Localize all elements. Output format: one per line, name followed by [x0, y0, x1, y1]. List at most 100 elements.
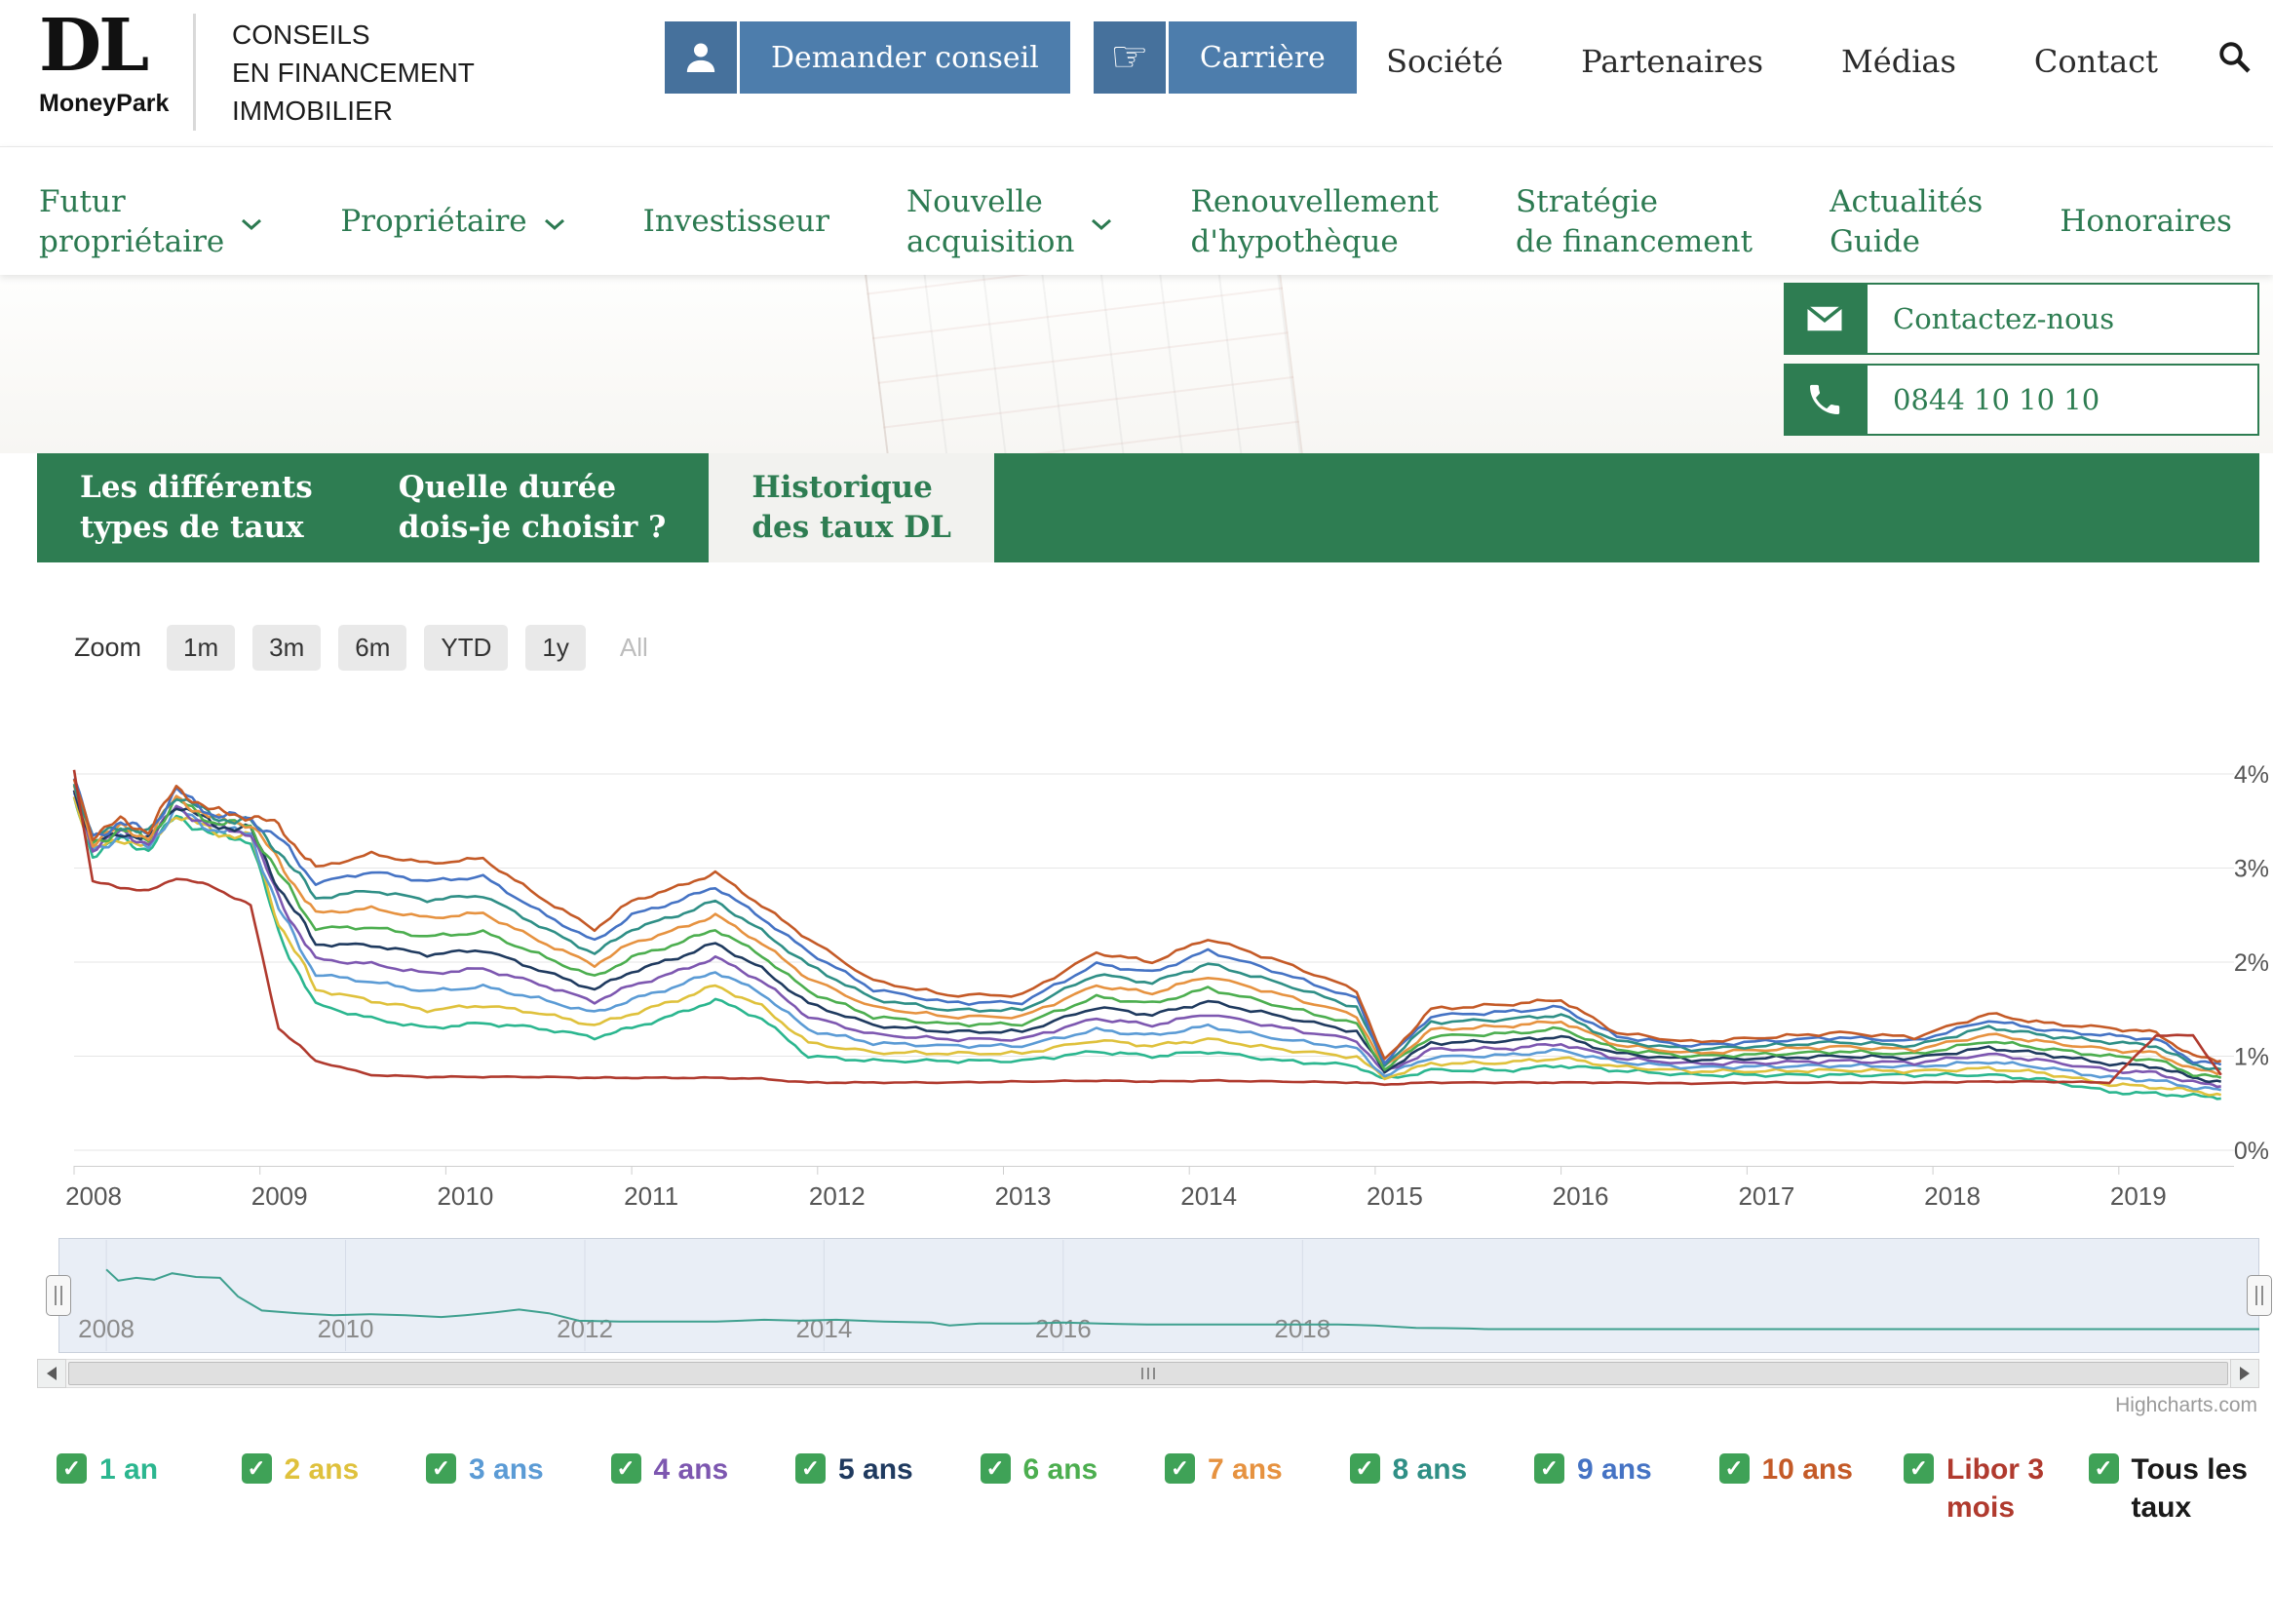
scrollbar-right-arrow[interactable]	[2230, 1359, 2259, 1388]
tab-historique-des-taux-dl[interactable]: Historiquedes taux DL	[709, 453, 994, 562]
chart-navigator[interactable]: 200820102012201420162018	[58, 1238, 2259, 1353]
series-line-8-ans[interactable]	[74, 784, 2221, 1069]
zoom-button-3m[interactable]: 3m	[252, 625, 321, 671]
rates-history-chart[interactable]: 0%1%2%3%4%200820092010201120122013201420…	[0, 678, 2273, 1224]
series-line-7-ans[interactable]	[74, 786, 2221, 1074]
legend-label: 4 ans	[654, 1450, 729, 1489]
navigator-chart[interactable]: 200820102012201420162018	[58, 1238, 2259, 1353]
checkbox-checked-icon[interactable]: ✓	[1534, 1453, 1564, 1484]
tab-les-differents-types-de-taux[interactable]: Les différentstypes de taux	[37, 453, 356, 562]
scrollbar-left-arrow[interactable]	[37, 1359, 66, 1388]
checkbox-checked-icon[interactable]: ✓	[795, 1453, 826, 1484]
tab-line: des taux DL	[751, 508, 951, 548]
series-line-10-ans[interactable]	[74, 779, 2221, 1062]
hero-background-art	[863, 275, 1304, 453]
contact-card-0844-10-10-10[interactable]: 0844 10 10 10	[1784, 364, 2259, 436]
x-tick-label: 2016	[1553, 1181, 1609, 1211]
x-tick-label: 2013	[995, 1181, 1052, 1211]
y-tick-label: 4%	[2234, 761, 2269, 789]
checkbox-checked-icon[interactable]: ✓	[2089, 1453, 2119, 1484]
tab-quelle-duree-dois-je-choisir[interactable]: Quelle duréedois-je choisir ?	[356, 453, 710, 562]
series-line-2-ans[interactable]	[74, 796, 2221, 1095]
legend-item-6-ans[interactable]: ✓6 ans	[981, 1450, 1166, 1527]
main-nav-honoraires[interactable]: Honoraires	[2060, 169, 2232, 275]
legend-label: 10 ans	[1762, 1450, 1853, 1489]
legend-item-4-ans[interactable]: ✓ 4 ans	[611, 1450, 796, 1527]
logo-divider	[193, 14, 196, 131]
nav-item-line: Propriétaire	[340, 202, 526, 242]
nav-item-label: Renouvellementd'hypothèque	[1190, 182, 1438, 262]
legend-item-10-ans[interactable]: ✓ 10 ans	[1719, 1450, 1905, 1527]
checkbox-checked-icon[interactable]: ✓	[981, 1453, 1011, 1484]
main-nav-investisseur[interactable]: Investisseur	[643, 169, 829, 275]
legend-item-libor-3-mois[interactable]: ✓Libor 3 mois	[1904, 1450, 2089, 1527]
scrollbar-track[interactable]	[66, 1359, 2230, 1388]
nav-item-line: Actualités	[1830, 182, 1983, 222]
legend-item-5-ans[interactable]: ✓5 ans	[795, 1450, 981, 1527]
x-tick-label: 2018	[1924, 1181, 1981, 1211]
checkbox-checked-icon[interactable]: ✓	[1165, 1453, 1195, 1484]
navigator-left-handle[interactable]	[46, 1275, 71, 1316]
cta-carriere[interactable]: ☞Carrière	[1094, 21, 1357, 94]
legend-item-9-ans[interactable]: ✓9 ans	[1534, 1450, 1719, 1527]
cta-label: Demander conseil	[740, 21, 1070, 94]
checkbox-checked-icon[interactable]: ✓	[1350, 1453, 1380, 1484]
checkbox-checked-icon[interactable]: ✓	[611, 1453, 641, 1484]
zoom-button-1m[interactable]: 1m	[167, 625, 235, 671]
series-line-libor-3-mois[interactable]	[74, 770, 2221, 1085]
zoom-button-1y[interactable]: 1y	[525, 625, 585, 671]
top-nav-contact[interactable]: Contact	[2034, 43, 2158, 80]
nav-item-label: Honoraires	[2060, 202, 2232, 242]
x-tick-label: 2008	[65, 1181, 122, 1211]
navigator-year-label: 2014	[795, 1314, 852, 1343]
zoom-button-ytd[interactable]: YTD	[424, 625, 508, 671]
nav-item-line: Investisseur	[643, 202, 829, 242]
x-tick-label: 2019	[2110, 1181, 2167, 1211]
highcharts-credit[interactable]: Highcharts.com	[0, 1394, 2257, 1417]
legend-item-1-an[interactable]: ✓1 an	[57, 1450, 242, 1527]
navigator-right-handle[interactable]	[2247, 1275, 2272, 1316]
main-nav-strategie-de-financement[interactable]: Stratégiede financement	[1516, 169, 1753, 275]
cta-demander-conseil[interactable]: Demander conseil	[665, 21, 1070, 94]
series-line-4-ans[interactable]	[74, 791, 2221, 1087]
checkbox-checked-icon[interactable]: ✓	[426, 1453, 456, 1484]
legend-item-3-ans[interactable]: ✓3 ans	[426, 1450, 611, 1527]
person-icon	[665, 21, 737, 94]
y-tick-label: 0%	[2234, 1138, 2269, 1165]
legend-label: 8 ans	[1393, 1450, 1468, 1489]
logo-moneypark-text: MoneyPark	[39, 90, 169, 118]
y-tick-label: 2%	[2234, 949, 2269, 977]
chevron-down-icon	[1090, 205, 1113, 240]
main-nav-proprietaire[interactable]: Propriétaire	[340, 169, 565, 275]
main-nav-nouvelle-acquisition[interactable]: Nouvelleacquisition	[906, 169, 1113, 275]
main-nav-futur-proprietaire[interactable]: Futurpropriétaire	[39, 169, 263, 275]
legend-item-8-ans[interactable]: ✓ 8 ans	[1350, 1450, 1535, 1527]
header-cta-buttons: Demander conseil ☞Carrière	[665, 21, 1357, 94]
contact-card-contactez-nous[interactable]: Contactez-nous	[1784, 283, 2259, 355]
checkbox-checked-icon[interactable]: ✓	[1719, 1453, 1750, 1484]
main-nav-renouvellement-d-hypotheque[interactable]: Renouvellementd'hypothèque	[1190, 169, 1438, 275]
series-line-9-ans[interactable]	[74, 779, 2221, 1065]
chart-legend: ✓1 an✓2 ans✓3 ans✓4 ans✓5 ans✓6 ans✓7 an…	[57, 1450, 2273, 1527]
main-nav-actualites-guide[interactable]: ActualitésGuide	[1830, 169, 1983, 275]
scrollbar-thumb[interactable]	[68, 1362, 2228, 1385]
top-nav-medias[interactable]: Médias	[1841, 43, 1956, 80]
top-nav-societe[interactable]: Société	[1386, 43, 1503, 80]
top-nav-partenaires[interactable]: Partenaires	[1581, 43, 1763, 80]
legend-item-tous-les-taux[interactable]: ✓Tous les taux	[2089, 1450, 2273, 1527]
checkbox-checked-icon[interactable]: ✓	[1904, 1453, 1934, 1484]
chart-scrollbar	[37, 1359, 2259, 1388]
zoom-button-6m[interactable]: 6m	[338, 625, 406, 671]
chevron-down-icon	[543, 205, 566, 240]
search-icon[interactable]	[2216, 39, 2252, 79]
legend-item-2-ans[interactable]: ✓2 ans	[242, 1450, 427, 1527]
y-tick-label: 1%	[2234, 1044, 2269, 1071]
navigator-selected-range[interactable]	[59, 1239, 2259, 1353]
legend-item-7-ans[interactable]: ✓7 ans	[1165, 1450, 1350, 1527]
series-line-5-ans[interactable]	[74, 791, 2221, 1082]
checkbox-checked-icon[interactable]: ✓	[57, 1453, 87, 1484]
nav-item-line: Guide	[1830, 222, 1983, 262]
x-tick-label: 2011	[624, 1181, 678, 1211]
brand-logo[interactable]: DL MoneyPark	[39, 8, 169, 118]
checkbox-checked-icon[interactable]: ✓	[242, 1453, 272, 1484]
